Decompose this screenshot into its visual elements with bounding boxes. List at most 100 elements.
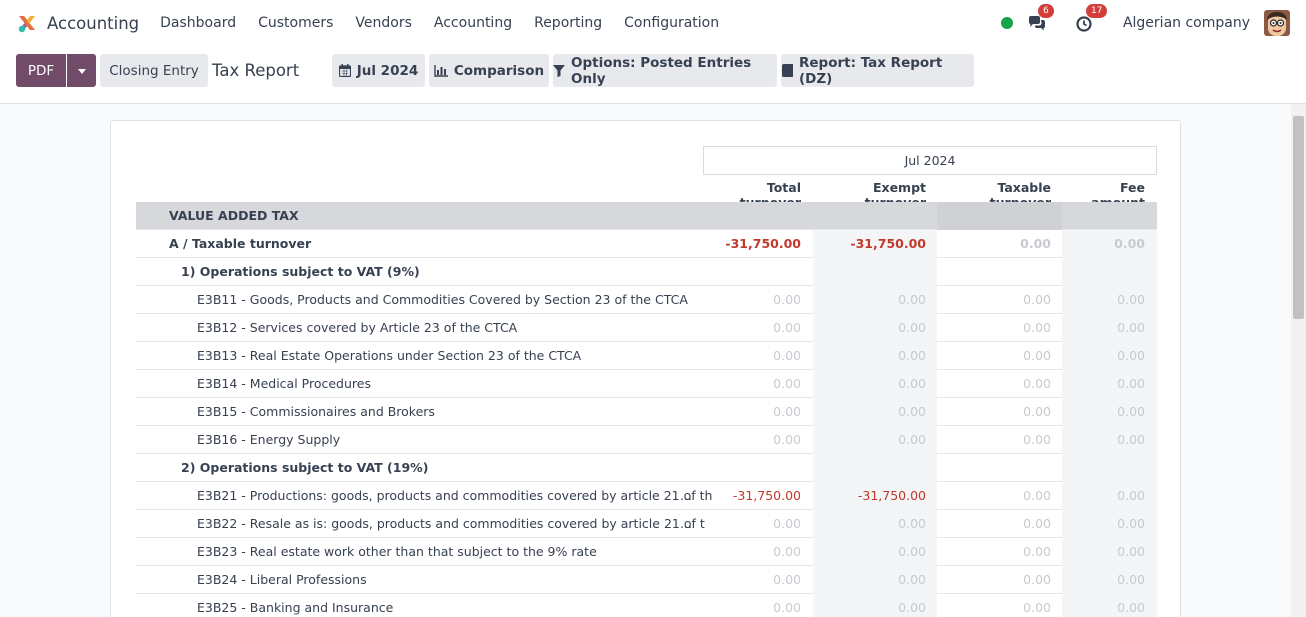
row-value[interactable]: 0.00 xyxy=(813,286,926,314)
report-line-row[interactable]: E3B25 - Banking and Insurance 0.00 0.00 0.0… xyxy=(136,594,1157,617)
row-value[interactable]: 0.00 xyxy=(813,594,926,617)
pdf-dropdown-toggle[interactable] xyxy=(67,54,96,87)
comparison-button[interactable]: Comparison xyxy=(429,54,549,87)
row-value[interactable]: 0.00 xyxy=(1062,426,1145,454)
row-value[interactable]: 0.00 xyxy=(813,510,926,538)
report-line-row[interactable]: E3B14 - Medical Procedures 0.00 0.00 0.00 0.… xyxy=(136,370,1157,398)
row-value[interactable]: 0.00 xyxy=(813,370,926,398)
accounting-logo-icon xyxy=(16,12,38,34)
report-line-row[interactable]: E3B23 - Real estate work other than that… xyxy=(136,538,1157,566)
row-value[interactable]: 0.00 xyxy=(937,342,1051,370)
row-value[interactable]: 0.00 xyxy=(703,342,801,370)
row-value[interactable]: 0.00 xyxy=(937,370,1051,398)
row-label: E3B14 - Medical Procedures xyxy=(197,376,371,391)
row-value[interactable]: -31,750.00 xyxy=(703,482,801,510)
options-filter-button[interactable]: Options: Posted Entries Only xyxy=(553,54,777,87)
activities-button[interactable]: 17 xyxy=(1075,4,1108,33)
pdf-button[interactable]: PDF xyxy=(16,54,66,87)
row-value[interactable]: 0.00 xyxy=(703,426,801,454)
row-value[interactable]: -31,750.00 xyxy=(703,230,801,258)
closing-entry-button[interactable]: Closing Entry xyxy=(100,54,208,87)
row-value[interactable]: 0.00 xyxy=(1062,482,1145,510)
row-value[interactable]: 0.00 xyxy=(1062,342,1145,370)
row-label-truncation-icon[interactable]: ... xyxy=(680,482,692,510)
menu-configuration[interactable]: Configuration xyxy=(624,15,719,31)
user-avatar[interactable] xyxy=(1264,10,1290,36)
row-value[interactable]: 0.00 xyxy=(937,510,1051,538)
row-value[interactable]: 0.00 xyxy=(813,566,926,594)
row-value[interactable]: 0.00 xyxy=(1062,594,1145,617)
report-line-row[interactable]: E3B24 - Liberal Professions 0.00 0.00 0.00 0… xyxy=(136,566,1157,594)
row-value[interactable]: 0.00 xyxy=(937,230,1051,258)
presence-status-icon[interactable] xyxy=(1000,17,1013,29)
row-value[interactable]: 0.00 xyxy=(703,370,801,398)
menu-customers[interactable]: Customers xyxy=(258,15,333,31)
report-group-row[interactable]: 2) Operations subject to VAT (19%) xyxy=(136,454,1157,482)
row-value[interactable]: 0.00 xyxy=(1062,314,1145,342)
menu-reporting[interactable]: Reporting xyxy=(534,15,602,31)
row-value[interactable]: 0.00 xyxy=(813,314,926,342)
page-scrollbar-thumb[interactable] xyxy=(1293,116,1304,319)
menu-vendors[interactable]: Vendors xyxy=(355,15,411,31)
report-group-row[interactable]: 1) Operations subject to VAT (9%) xyxy=(136,258,1157,286)
date-filter-label: Jul 2024 xyxy=(356,62,419,79)
row-value[interactable]: 0.00 xyxy=(813,538,926,566)
row-value[interactable]: 0.00 xyxy=(703,314,801,342)
row-value[interactable]: 0.00 xyxy=(813,398,926,426)
row-value[interactable]: 0.00 xyxy=(937,398,1051,426)
row-value[interactable]: 0.00 xyxy=(703,398,801,426)
report-variant-button[interactable]: Report: Tax Report (DZ) xyxy=(781,54,974,87)
menu-accounting[interactable]: Accounting xyxy=(434,15,512,31)
column-shade xyxy=(937,202,1062,230)
date-filter-button[interactable]: Jul 2024 xyxy=(332,54,425,87)
row-value[interactable]: 0.00 xyxy=(703,538,801,566)
row-label: 2) Operations subject to VAT (19%) xyxy=(181,460,429,475)
report-variant-label: Report: Tax Report (DZ) xyxy=(799,54,943,87)
row-value[interactable]: 0.00 xyxy=(703,510,801,538)
period-header: Jul 2024 xyxy=(703,146,1157,175)
row-value[interactable]: 0.00 xyxy=(703,594,801,617)
menu-dashboard[interactable]: Dashboard xyxy=(160,15,236,31)
row-value[interactable]: -31,750.00 xyxy=(813,230,926,258)
row-value[interactable]: 0.00 xyxy=(1062,230,1145,258)
report-line-row[interactable]: E3B12 - Services covered by Article 23 o… xyxy=(136,314,1157,342)
row-value[interactable]: 0.00 xyxy=(937,482,1051,510)
row-value[interactable]: -31,750.00 xyxy=(813,482,926,510)
row-value[interactable]: 0.00 xyxy=(1062,398,1145,426)
report-line-row[interactable]: E3B21 - Productions: goods, products and… xyxy=(136,482,1157,510)
row-value[interactable]: 0.00 xyxy=(1062,510,1145,538)
report-line-row[interactable]: E3B13 - Real Estate Operations under Sec… xyxy=(136,342,1157,370)
app-brand[interactable]: Accounting xyxy=(16,12,160,34)
report-line-row[interactable]: E3B22 - Resale as is: goods, products an… xyxy=(136,510,1157,538)
row-value[interactable]: 0.00 xyxy=(937,594,1051,617)
row-value[interactable]: 0.00 xyxy=(703,566,801,594)
row-value[interactable]: 0.00 xyxy=(1062,370,1145,398)
report-line-row[interactable]: E3B16 - Energy Supply 0.00 0.00 0.00 0.00 xyxy=(136,426,1157,454)
column-shade xyxy=(813,258,937,286)
calendar-icon xyxy=(338,64,351,77)
column-shade xyxy=(813,454,937,482)
row-value[interactable]: 0.00 xyxy=(813,342,926,370)
row-value[interactable]: 0.00 xyxy=(937,566,1051,594)
report-line-row[interactable]: E3B15 - Commissionaires and Brokers 0.00 0… xyxy=(136,398,1157,426)
row-value[interactable]: 0.00 xyxy=(1062,538,1145,566)
control-panel: PDF Closing Entry Tax Report Jul 2024 Co… xyxy=(0,46,1306,104)
row-value[interactable]: 0.00 xyxy=(1062,566,1145,594)
messages-count-badge: 6 xyxy=(1037,4,1054,18)
report-line-row[interactable]: E3B11 - Goods, Products and Commodities … xyxy=(136,286,1157,314)
report-section-row: VALUE ADDED TAX xyxy=(136,202,1157,230)
messages-button[interactable]: 6 xyxy=(1027,4,1054,33)
report-group-row[interactable]: A / Taxable turnover -31,750.00 -31,750.00… xyxy=(136,230,1157,258)
row-value[interactable]: 0.00 xyxy=(937,314,1051,342)
row-value[interactable]: 0.00 xyxy=(703,286,801,314)
row-value[interactable]: 0.00 xyxy=(937,538,1051,566)
company-switcher[interactable]: Algerian company xyxy=(1123,15,1250,31)
row-value[interactable]: 0.00 xyxy=(813,426,926,454)
row-label: E3B24 - Liberal Professions xyxy=(197,572,367,587)
row-value[interactable]: 0.00 xyxy=(937,426,1051,454)
row-value[interactable]: 0.00 xyxy=(937,286,1051,314)
row-label-truncation-icon[interactable]: ... xyxy=(680,510,692,538)
row-value[interactable]: 0.00 xyxy=(1062,286,1145,314)
row-label: E3B21 - Productions: goods, products and… xyxy=(197,488,713,503)
bar-chart-icon xyxy=(434,64,448,77)
